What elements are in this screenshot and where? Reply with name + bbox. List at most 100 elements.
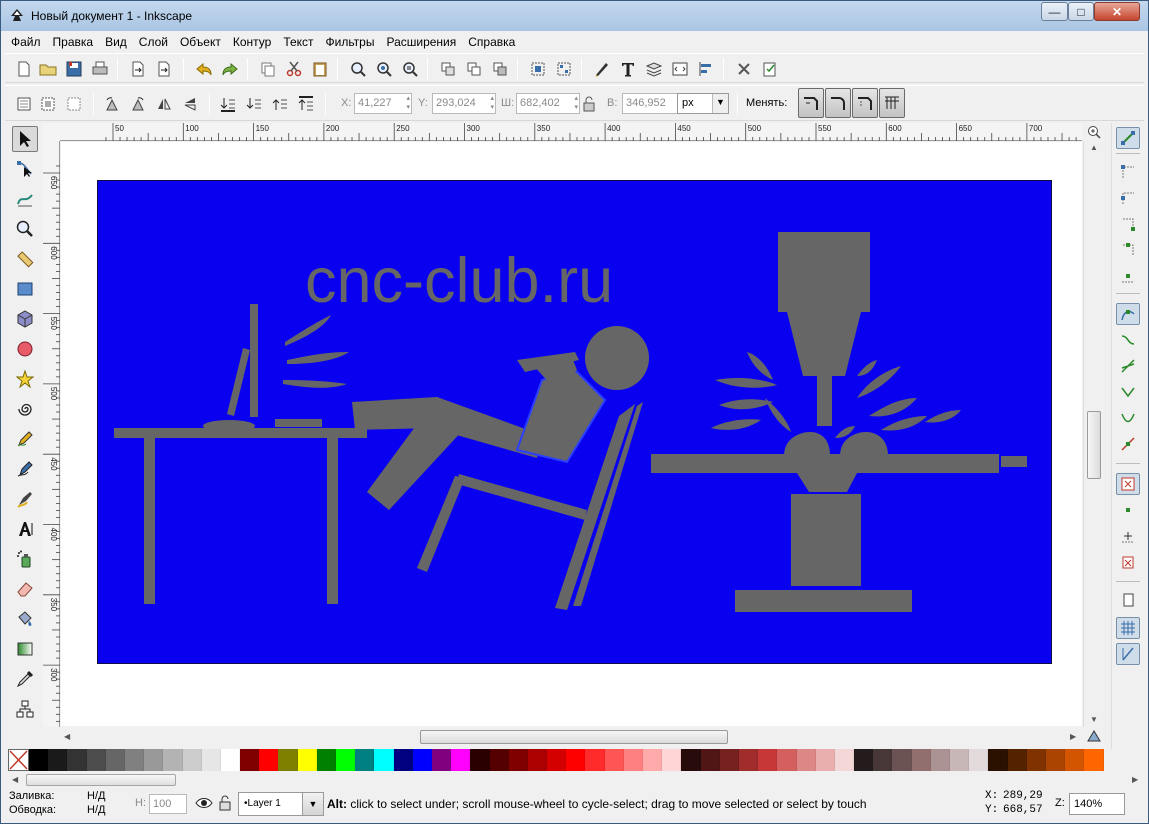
tweak-tool-icon[interactable]	[12, 186, 38, 212]
document-properties-icon[interactable]	[759, 58, 781, 80]
paint-bucket-tool-icon[interactable]	[12, 606, 38, 632]
no-paint-swatch[interactable]	[8, 749, 29, 771]
color-swatch[interactable]	[815, 749, 835, 771]
color-swatch[interactable]	[470, 749, 490, 771]
flip-horizontal-icon[interactable]	[153, 93, 175, 115]
scale-corners-button[interactable]	[825, 88, 851, 118]
star-tool-icon[interactable]	[12, 366, 38, 392]
copy-icon[interactable]	[257, 58, 279, 80]
scroll-up-icon[interactable]: ▲	[1090, 143, 1098, 152]
duplicate-icon[interactable]	[437, 58, 459, 80]
scroll-left-icon[interactable]: ◀	[64, 732, 70, 741]
color-swatch[interactable]	[489, 749, 509, 771]
palette-scroll-left-icon[interactable]: ◀	[12, 775, 18, 784]
snap-text-baseline-icon[interactable]	[1116, 551, 1140, 573]
layer-chevron-down-icon[interactable]: ▼	[302, 792, 324, 816]
color-swatch[interactable]	[950, 749, 970, 771]
color-swatch[interactable]	[201, 749, 221, 771]
snap-midpoints-icon[interactable]	[1116, 433, 1140, 455]
color-swatch[interactable]	[719, 749, 739, 771]
ungroup-icon[interactable]	[553, 58, 575, 80]
y-field[interactable]: 293,024	[432, 93, 496, 114]
zoom-selection-icon[interactable]	[347, 58, 369, 80]
color-swatch[interactable]	[643, 749, 663, 771]
color-swatch[interactable]	[278, 749, 298, 771]
select-all-icon[interactable]	[13, 93, 35, 115]
x-field[interactable]: 41,227	[354, 93, 412, 114]
color-swatch[interactable]	[911, 749, 931, 771]
color-swatch[interactable]	[316, 749, 336, 771]
color-swatch[interactable]	[547, 749, 567, 771]
palette-menu-icon[interactable]	[1087, 729, 1101, 746]
snap-paths-icon[interactable]	[1116, 329, 1140, 351]
color-swatch[interactable]	[988, 749, 1008, 771]
color-swatch[interactable]	[105, 749, 125, 771]
pen-tool-icon[interactable]	[12, 456, 38, 482]
ellipse-tool-icon[interactable]	[12, 336, 38, 362]
menu-file[interactable]: Файл	[5, 32, 47, 52]
color-swatch[interactable]	[834, 749, 855, 771]
fill-stroke-icon[interactable]	[591, 58, 613, 80]
connector-tool-icon[interactable]	[12, 696, 38, 722]
color-swatch[interactable]	[892, 749, 912, 771]
color-swatch[interactable]	[854, 749, 874, 771]
color-swatch[interactable]	[604, 749, 624, 771]
xml-editor-icon[interactable]	[669, 58, 691, 80]
color-swatch[interactable]	[297, 749, 317, 771]
unit-select[interactable]: px ▼	[677, 93, 729, 114]
dropper-tool-icon[interactable]	[12, 666, 38, 692]
color-swatch[interactable]	[374, 749, 394, 771]
flip-vertical-icon[interactable]	[179, 93, 201, 115]
color-swatch[interactable]	[29, 749, 49, 771]
paste-icon[interactable]	[309, 58, 331, 80]
3d-box-tool-icon[interactable]	[12, 306, 38, 332]
raise-icon[interactable]	[269, 93, 291, 115]
measure-tool-icon[interactable]	[12, 246, 38, 272]
drawing-artwork[interactable]: cnc-club.ru	[97, 180, 1052, 664]
rotate-cw-icon[interactable]	[127, 93, 149, 115]
open-folder-icon[interactable]	[37, 58, 59, 80]
redo-icon[interactable]	[219, 58, 241, 80]
select-all-layers-icon[interactable]	[37, 93, 59, 115]
cut-icon[interactable]	[283, 58, 305, 80]
menu-text[interactable]: Текст	[277, 32, 319, 52]
layers-icon[interactable]	[643, 58, 665, 80]
color-swatch[interactable]	[451, 749, 471, 771]
undo-icon[interactable]	[193, 58, 215, 80]
new-document-icon[interactable]	[13, 58, 35, 80]
stroke-value[interactable]: Н/Д	[87, 804, 105, 816]
snap-grids-icon[interactable]	[1116, 617, 1140, 639]
snap-bbox-edges-icon[interactable]	[1116, 187, 1140, 209]
color-swatch[interactable]	[1045, 749, 1066, 771]
color-swatch[interactable]	[566, 749, 586, 771]
minimize-button[interactable]: —	[1041, 2, 1068, 21]
color-swatch[interactable]	[259, 749, 279, 771]
width-field[interactable]: 682,402	[516, 93, 580, 114]
menu-layer[interactable]: Слой	[133, 32, 174, 52]
palette-scroll-thumb[interactable]	[26, 774, 176, 786]
deselect-icon[interactable]	[63, 93, 85, 115]
color-swatch[interactable]	[67, 749, 87, 771]
lower-icon[interactable]	[243, 93, 265, 115]
scale-stroke-button[interactable]	[798, 88, 824, 118]
color-swatch[interactable]	[431, 749, 452, 771]
palette-scroll-right-icon[interactable]: ▶	[1132, 775, 1138, 784]
vertical-ruler[interactable]: 650 600 550 500 450 400 350 300	[43, 141, 60, 727]
color-swatch[interactable]	[623, 749, 643, 771]
menu-view[interactable]: Вид	[99, 32, 133, 52]
clone-icon[interactable]	[463, 58, 485, 80]
calligraphy-tool-icon[interactable]	[12, 486, 38, 512]
lower-bottom-icon[interactable]	[217, 93, 239, 115]
snap-bbox-midpoints-icon[interactable]	[1116, 239, 1140, 261]
text-font-icon[interactable]	[617, 58, 639, 80]
color-swatch[interactable]	[585, 749, 605, 771]
save-icon[interactable]	[63, 58, 85, 80]
color-swatch[interactable]	[969, 749, 989, 771]
lock-proportions-icon[interactable]	[578, 93, 600, 115]
color-swatch[interactable]	[393, 749, 413, 771]
snap-page-border-icon[interactable]	[1116, 589, 1140, 611]
color-swatch[interactable]	[355, 749, 375, 771]
horizontal-scrollbar[interactable]: ◀ ▶	[60, 727, 1084, 747]
selector-tool-icon[interactable]	[12, 126, 38, 152]
palette-scrollbar[interactable]: ◀ ▶	[8, 772, 1144, 788]
